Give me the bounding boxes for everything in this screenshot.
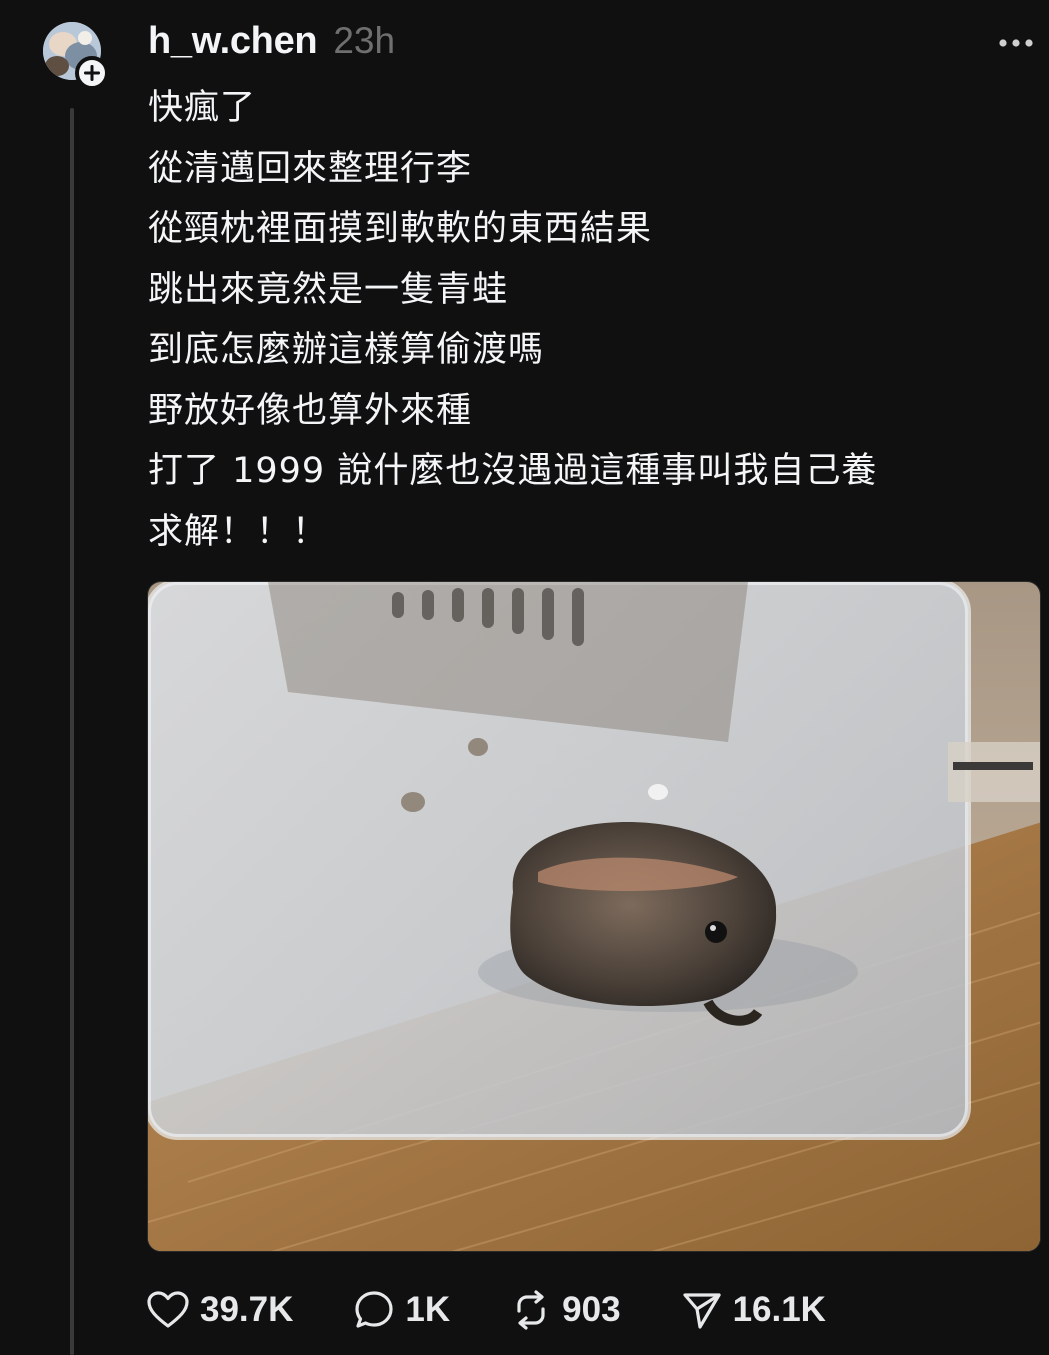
avatar-container[interactable]: [43, 22, 109, 90]
repost-button[interactable]: 903: [510, 1289, 621, 1331]
username[interactable]: h_w.chen: [148, 20, 318, 63]
post-text-line: 跳出來竟然是一隻青蛙: [148, 269, 509, 310]
post-text-line: 從頸枕裡面摸到軟軟的東西結果: [148, 209, 653, 249]
like-button[interactable]: 39.7K: [146, 1290, 293, 1330]
post-timestamp: 23h: [333, 20, 396, 61]
repost-count: 903: [562, 1290, 621, 1329]
heart-icon: [147, 1291, 189, 1328]
more-icon: [999, 39, 1033, 47]
action-bar: 39.7K 1K 903 16.1K: [146, 1284, 886, 1336]
more-options-button[interactable]: [994, 30, 1038, 56]
post-text-line: 快瘋了: [148, 88, 257, 128]
post-text-line: 打了 1999 說什麼也沒遇過這種事叫我自己養: [148, 451, 878, 491]
post-header: h_w.chen 23h: [148, 20, 395, 70]
reply-button[interactable]: 1K: [353, 1289, 450, 1331]
post-text: 快瘋了 從清邁回來整理行李 從頸枕裡面摸到軟軟的東西結果 跳出來竟然是一隻青蛙 …: [148, 78, 1028, 562]
like-count: 39.7K: [200, 1290, 294, 1329]
post-image[interactable]: [147, 581, 1041, 1252]
repost-icon: [517, 1290, 545, 1330]
share-count: 16.1K: [732, 1290, 826, 1329]
follow-button[interactable]: [75, 56, 109, 90]
photo-frog-in-plastic-box-icon: [148, 582, 1040, 1251]
plus-icon: [84, 65, 100, 81]
post-text-line: 從清邁回來整理行李: [148, 148, 473, 189]
post-text-line: 到底怎麼辦這樣算偷渡嗎: [148, 330, 545, 370]
share-button[interactable]: 16.1K: [681, 1289, 826, 1331]
reply-count: 1K: [405, 1290, 451, 1329]
comment-icon: [355, 1291, 394, 1328]
thread-line: [70, 108, 74, 1355]
share-icon: [682, 1293, 721, 1329]
post-text-line: 求解！！！: [148, 511, 329, 552]
post-text-line: 野放好像也算外來種: [148, 390, 473, 431]
